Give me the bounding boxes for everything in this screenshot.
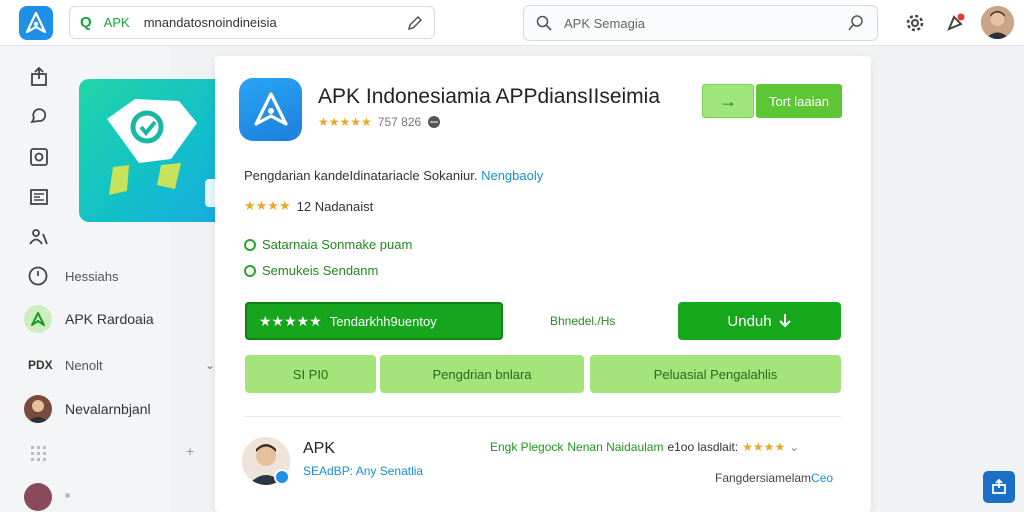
search-icon xyxy=(536,15,552,31)
pdf-icon: PDX xyxy=(28,358,53,372)
developer-meta: Engk Plegock Nenan Naidaulam e1oo lasdla… xyxy=(490,440,799,454)
rating-stars: ★★★★★ xyxy=(259,312,322,329)
app-logo-icon[interactable] xyxy=(19,6,53,40)
sidebar-item-profile[interactable]: Nevalarnbjanl xyxy=(0,391,220,427)
divider xyxy=(244,416,841,417)
avatar[interactable] xyxy=(24,483,52,511)
globe-icon xyxy=(428,116,441,128)
edit-icon[interactable] xyxy=(406,14,424,32)
rating-count: 757 826 xyxy=(377,115,422,129)
chevron-down-icon[interactable]: ⌄ xyxy=(789,440,799,454)
add-icon[interactable]: + xyxy=(186,443,194,459)
top-action-button[interactable]: Tort laaian xyxy=(756,84,842,118)
more-dot xyxy=(65,493,70,498)
sidebar-item-history[interactable]: Hessiahs xyxy=(0,258,220,294)
top-bar: Q APK mnandatosnoindineisia APK Semagia xyxy=(0,0,1024,46)
feature-text: Semukeis Sendanm xyxy=(262,263,379,278)
sidebar-item-label: APK Rardoaia xyxy=(65,311,154,327)
people-icon[interactable] xyxy=(28,226,50,248)
app-description: Pengdarian kandeIdinatariacle Sokaniur. … xyxy=(244,168,543,183)
rating-stars: ★★★★★ xyxy=(318,115,372,129)
footer-text: Fangdersiamelam xyxy=(715,471,812,485)
apk-icon xyxy=(24,305,52,333)
address-bar[interactable]: Q APK mnandatosnoindineisia xyxy=(69,6,435,39)
meta-green: Engk Plegock xyxy=(490,440,564,454)
sidebar-item-pdf[interactable]: PDX Nenolt ⌄ xyxy=(0,347,220,383)
apps-grid-icon[interactable] xyxy=(30,445,48,463)
app-rating: ★★★★★ 757 826 xyxy=(318,115,441,129)
footer-link[interactable]: Ceo xyxy=(811,471,833,485)
search-q-icon: Q xyxy=(80,14,92,31)
share-icon[interactable] xyxy=(28,66,50,88)
rating-label: 12 Nadanaist xyxy=(296,198,374,214)
clock-icon xyxy=(24,262,52,290)
rate-button-label: Tendarkhh9uentoy xyxy=(329,313,437,329)
light-button[interactable]: Peluasial Pengalahlis xyxy=(590,355,841,393)
sidebar-item-label: Hessiahs xyxy=(65,268,119,284)
feature-item: Semukeis Sendanm xyxy=(244,263,378,278)
feature-item: Satarnaia Sonmake puam xyxy=(244,237,412,252)
verified-icon xyxy=(274,469,290,485)
app-icon xyxy=(239,78,302,141)
meta-text: Nenan Naidaulam xyxy=(567,440,664,454)
share-arrow-button[interactable]: → xyxy=(702,84,754,118)
address-prefix: APK xyxy=(103,15,130,30)
description-link[interactable]: Nengbaoly xyxy=(481,168,543,183)
light-button[interactable]: Pengdrian bnlara xyxy=(380,355,584,393)
developer-footer: FangdersiamelamCeo xyxy=(715,471,833,485)
mic-icon[interactable] xyxy=(847,14,865,32)
meta-count: e1oo lasdlait: xyxy=(667,440,739,454)
feature-text: Satarnaia Sonmake puam xyxy=(262,237,413,252)
developer-subtitle[interactable]: SEAdBP: Any Senatlia xyxy=(303,464,423,478)
check-icon xyxy=(244,238,256,251)
app-detail-card: APK Indonesiamia APPdiansIIseimia ★★★★★ … xyxy=(215,56,871,512)
app-title: APK Indonesiamia APPdiansIIseimia xyxy=(318,85,661,108)
secondary-rating: ★★★★ 12 Nadanaist xyxy=(244,198,373,214)
chevron-down-icon[interactable]: ⌄ xyxy=(205,358,215,372)
share-icon xyxy=(992,479,1006,494)
light-button[interactable]: SI PI0 xyxy=(245,355,376,393)
floating-action-button[interactable] xyxy=(983,471,1015,503)
sidebar-item-label: Nenolt xyxy=(65,357,103,373)
search-placeholder: APK Semagia xyxy=(564,15,645,31)
document-icon[interactable] xyxy=(28,186,50,208)
check-icon xyxy=(244,264,256,277)
rating-stars: ★★★★ xyxy=(742,440,786,454)
search-bar[interactable]: APK Semagia xyxy=(523,5,878,41)
download-icon xyxy=(778,314,791,328)
notification-icon[interactable] xyxy=(945,13,965,33)
chat-icon[interactable] xyxy=(28,106,50,128)
address-url: mnandatosnoindineisia xyxy=(143,15,277,30)
user-avatar xyxy=(24,395,52,423)
sidebar-item-apk[interactable]: APK Rardoaia xyxy=(0,301,220,337)
description-text: Pengdarian kandeIdinatariacle Sokaniur. xyxy=(244,168,478,183)
middle-link[interactable]: Bhnedel./Hs xyxy=(550,314,615,328)
rating-stars: ★★★★ xyxy=(244,198,291,213)
sidebar-item-label: Nevalarnbjanl xyxy=(65,401,151,417)
rate-button[interactable]: ★★★★★ Tendarkhh9uentoy xyxy=(245,302,503,340)
download-label: Unduh xyxy=(727,312,772,330)
download-button[interactable]: Unduh xyxy=(678,302,841,340)
camera-icon[interactable] xyxy=(28,146,50,168)
user-avatar[interactable] xyxy=(981,6,1014,39)
gear-icon[interactable] xyxy=(905,13,925,33)
developer-name: APK xyxy=(303,440,336,457)
